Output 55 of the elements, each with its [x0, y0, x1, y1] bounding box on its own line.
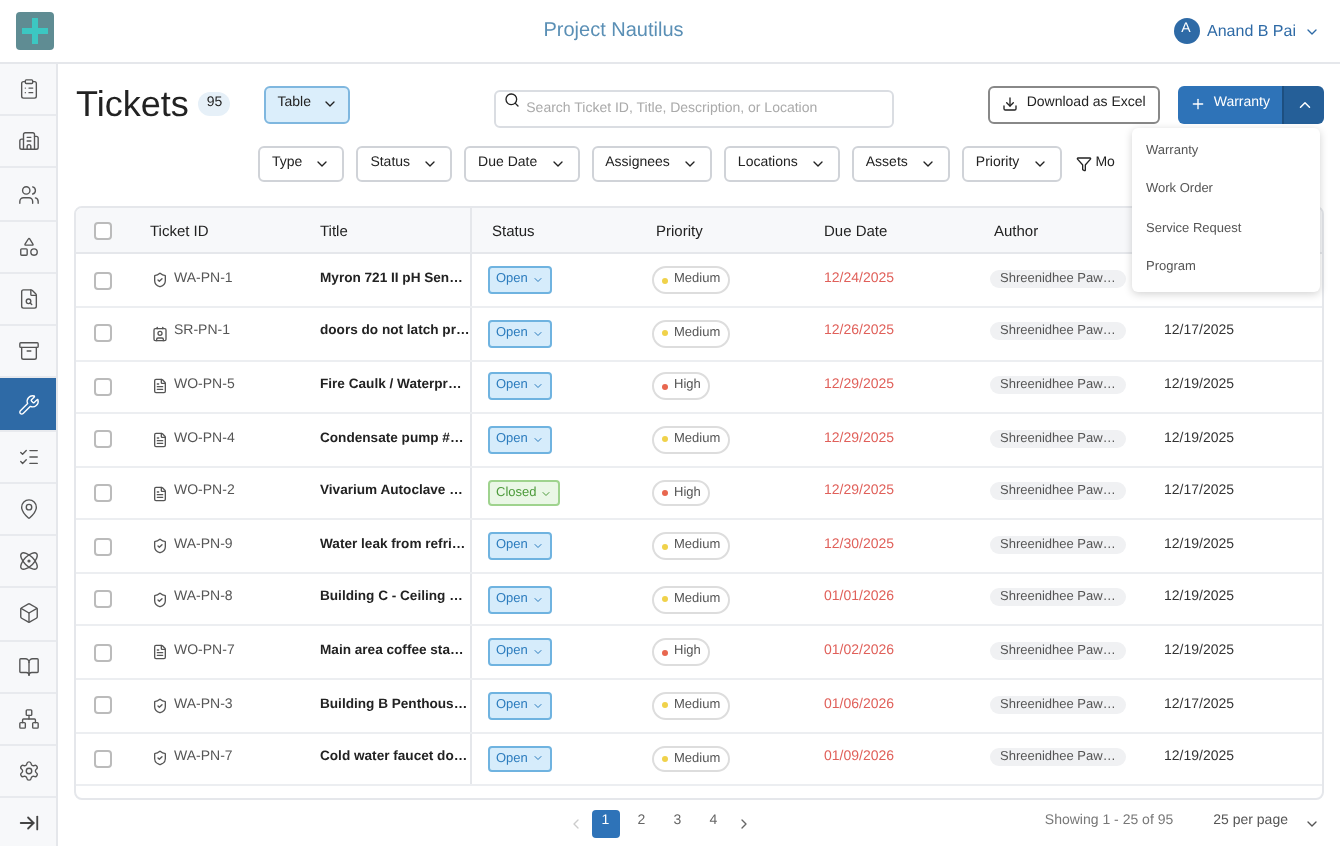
- atom-icon: [17, 550, 39, 573]
- row-checkbox[interactable]: [94, 324, 112, 343]
- app-title: Project Nautilus: [543, 18, 684, 46]
- shield-icon: [152, 591, 168, 608]
- book-icon: [17, 655, 39, 678]
- chevron-icon: [531, 327, 544, 340]
- chevron-icon: [531, 380, 544, 393]
- shapes-icon: [17, 235, 39, 258]
- map-pin-icon: [17, 497, 39, 520]
- row-checkbox[interactable]: [94, 749, 112, 768]
- document-icon: [152, 485, 168, 501]
- row-checkbox[interactable]: [94, 271, 112, 290]
- shield-icon: [152, 697, 168, 714]
- filter-icon: [1075, 155, 1092, 172]
- archive-icon: [17, 340, 39, 363]
- shield-icon: [152, 538, 168, 555]
- chevron-icon: [531, 433, 544, 446]
- logo-icon: [16, 12, 54, 50]
- chevron-icon: [531, 274, 544, 287]
- chevron-icon: [531, 699, 544, 712]
- chevron-icon: [540, 487, 553, 499]
- building-icon: [17, 130, 39, 153]
- row-checkbox[interactable]: [94, 377, 112, 396]
- clipboard-icon: [17, 78, 39, 101]
- row-checkbox[interactable]: [94, 537, 112, 556]
- plus-icon: [1189, 96, 1206, 113]
- page-title: Tickets: [76, 81, 189, 128]
- chevron-icon: [531, 593, 544, 606]
- document-icon: [152, 378, 168, 395]
- download-icon: [1002, 96, 1019, 113]
- chevron-icon: [531, 646, 544, 659]
- wrench-icon: [17, 393, 39, 416]
- sidebar-item[interactable]: [0, 378, 56, 432]
- collapse-icon: [17, 811, 39, 834]
- users-icon: [17, 183, 39, 206]
- shield-icon: [152, 272, 168, 289]
- contact-card-icon: [152, 325, 168, 342]
- settings-icon: [17, 760, 39, 783]
- network-icon: [17, 707, 39, 730]
- chevron-icon: [531, 540, 544, 553]
- document-icon: [152, 644, 168, 661]
- box-icon: [17, 602, 39, 625]
- create-menu-toggle[interactable]: [1282, 85, 1324, 124]
- row-checkbox[interactable]: [94, 590, 112, 609]
- row-checkbox[interactable]: [94, 696, 112, 715]
- shield-icon: [152, 750, 168, 767]
- row-checkbox[interactable]: [94, 484, 112, 502]
- list-icon: [17, 445, 39, 468]
- document-icon: [152, 431, 168, 448]
- row-checkbox[interactable]: [94, 430, 112, 449]
- chevron-icon: [531, 752, 544, 765]
- select-all-checkbox[interactable]: [94, 221, 112, 240]
- file-search-icon: [17, 288, 39, 311]
- search-icon: [504, 91, 521, 108]
- row-checkbox[interactable]: [94, 643, 112, 662]
